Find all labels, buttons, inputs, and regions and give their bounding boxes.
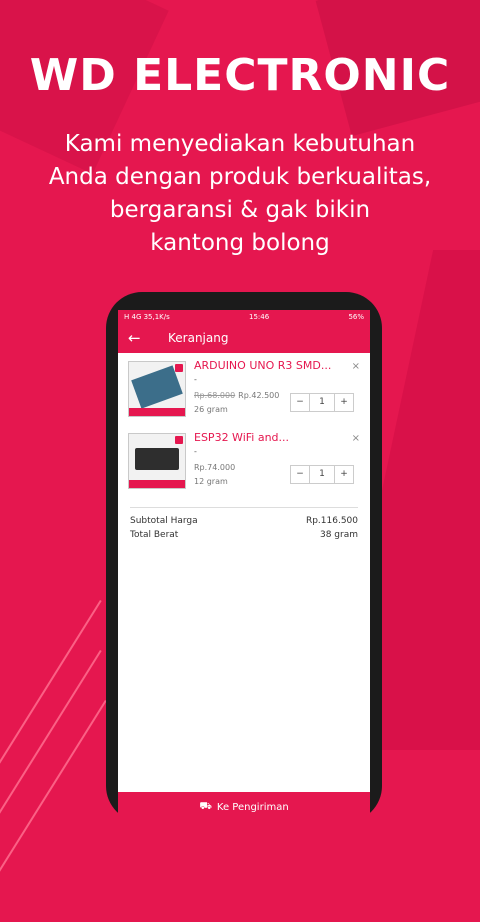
cart-item: ESP32 WiFi and... × - Rp.74.000 12 gram … xyxy=(128,431,360,497)
promo-subtext-line: Anda dengan produk berkualitas, xyxy=(48,164,432,190)
image-strip xyxy=(129,480,185,488)
product-image[interactable] xyxy=(128,361,186,417)
page-title: Keranjang xyxy=(168,331,229,345)
close-icon[interactable]: × xyxy=(352,433,360,444)
status-battery: 56% xyxy=(348,312,364,321)
weight-value: 38 gram xyxy=(319,530,358,540)
plus-button[interactable]: + xyxy=(335,394,353,411)
status-network: H 4G 35,1K/s xyxy=(124,312,170,321)
brand-logo-icon xyxy=(175,364,183,372)
minus-button[interactable]: − xyxy=(291,394,309,411)
product-weight: 26 gram xyxy=(194,405,228,414)
promo-subtext: Kami menyediakan kebutuhan Anda dengan p… xyxy=(12,128,468,260)
plus-button[interactable]: + xyxy=(335,466,353,483)
product-price: Rp.74.000 xyxy=(194,463,235,472)
promo-headline: WD ELECTRONIC xyxy=(29,50,451,101)
phone-screen: H 4G 35,1K/s 15:46 56% ← Keranjang ARDUI… xyxy=(118,310,370,822)
subtotal-value: Rp.116.500 xyxy=(305,516,358,526)
decorative-line xyxy=(0,650,102,872)
status-time: 15:46 xyxy=(249,312,270,321)
subtotal-label: Subtotal Harga xyxy=(130,516,198,526)
checkout-button[interactable]: ⛟ Ke Pengiriman xyxy=(118,792,370,822)
promo-subtext-line: kantong bolong xyxy=(150,230,330,256)
cart-summary: Subtotal Harga Rp.116.500 Total Berat 38… xyxy=(130,516,358,540)
current-price: Rp.42.500 xyxy=(238,391,280,400)
product-variant: - xyxy=(194,447,197,456)
quantity-value[interactable]: 1 xyxy=(309,394,335,411)
cart-item: ARDUINO UNO R3 SMD... × - Rp.68.000 Rp.42… xyxy=(128,359,360,425)
weight-row: Total Berat 38 gram xyxy=(130,530,358,540)
weight-label: Total Berat xyxy=(130,530,179,540)
product-weight: 12 gram xyxy=(194,477,228,486)
product-name[interactable]: ARDUINO UNO R3 SMD... xyxy=(194,359,331,372)
old-price: Rp.68.000 xyxy=(194,391,236,400)
subtotal-row: Subtotal Harga Rp.116.500 xyxy=(130,516,358,526)
app-bar: ← Keranjang xyxy=(118,323,370,353)
arrow-left-icon[interactable]: ← xyxy=(128,329,150,347)
image-strip xyxy=(129,408,185,416)
brand-logo-icon xyxy=(175,436,183,444)
product-name[interactable]: ESP32 WiFi and... xyxy=(194,431,289,444)
close-icon[interactable]: × xyxy=(352,361,360,372)
phone-frame: H 4G 35,1K/s 15:46 56% ← Keranjang ARDUI… xyxy=(106,292,382,822)
product-image[interactable] xyxy=(128,433,186,489)
current-price: Rp.74.000 xyxy=(194,463,236,472)
divider xyxy=(130,507,358,508)
status-bar: H 4G 35,1K/s 15:46 56% xyxy=(118,310,370,323)
product-price: Rp.68.000 Rp.42.500 xyxy=(194,391,279,400)
checkout-label: Ke Pengiriman xyxy=(216,801,289,813)
quantity-stepper: − 1 + xyxy=(290,465,354,484)
quantity-stepper: − 1 + xyxy=(290,393,354,412)
quantity-value[interactable]: 1 xyxy=(309,466,335,483)
truck-icon: ⛟ xyxy=(199,800,212,812)
promo-subtext-line: Kami menyediakan kebutuhan xyxy=(64,131,416,157)
board-image xyxy=(135,448,179,470)
product-variant: - xyxy=(194,375,197,384)
minus-button[interactable]: − xyxy=(291,466,309,483)
promo-subtext-line: bergaransi & gak bikin xyxy=(109,197,371,223)
